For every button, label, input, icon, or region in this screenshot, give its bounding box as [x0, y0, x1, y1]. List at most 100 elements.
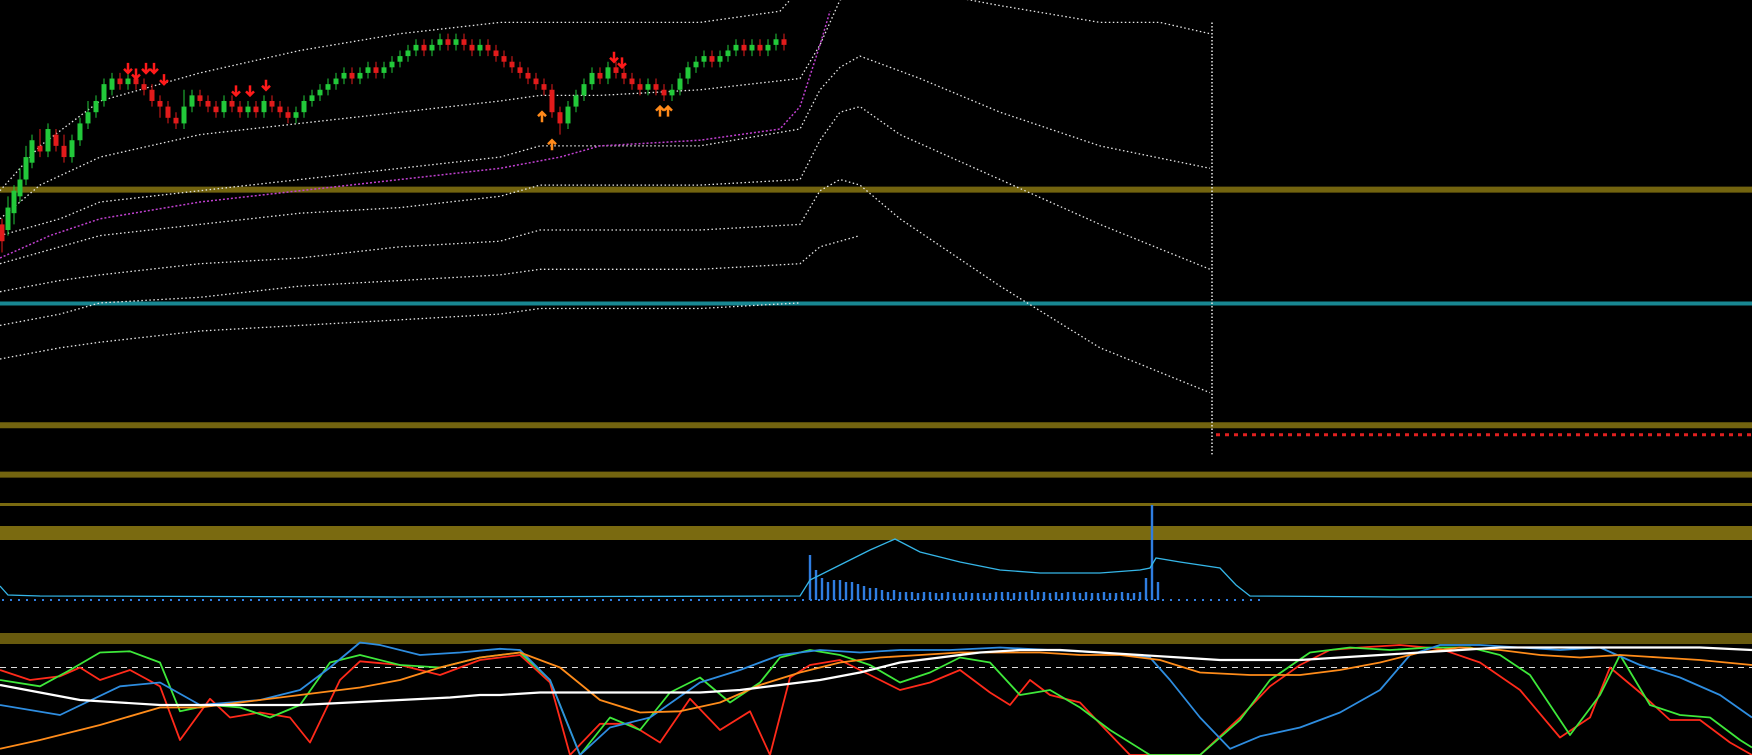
trading-chart[interactable]	[0, 0, 1752, 755]
volume-bar	[934, 593, 938, 600]
volume-bar	[916, 593, 920, 600]
osc-top-gold-band	[0, 633, 1752, 644]
volume-bar	[1060, 593, 1064, 600]
volume-baseline-dot	[674, 599, 676, 601]
volume-bar	[1030, 590, 1034, 600]
candle-body	[253, 106, 259, 113]
volume-baseline-dot	[410, 599, 412, 601]
volume-baseline-dot	[482, 599, 484, 601]
volume-baseline-dot	[146, 599, 148, 601]
candle-body	[637, 84, 643, 90]
candle-body	[23, 157, 29, 180]
volume-baseline-dot	[458, 599, 460, 601]
volume-baseline-dot	[330, 599, 332, 601]
candle-body	[5, 207, 11, 230]
volume-baseline-dot	[466, 599, 468, 601]
volume-baseline-dot	[154, 599, 156, 601]
candle-body	[341, 72, 347, 79]
volume-baseline-dot	[610, 599, 612, 601]
volume-baseline-dot	[434, 599, 436, 601]
candle-body	[197, 95, 203, 101]
volume-bar	[1084, 592, 1088, 600]
candle-body	[437, 39, 443, 45]
volume-baseline-dot	[362, 599, 364, 601]
volume-baseline-dot	[762, 599, 764, 601]
volume-baseline-dot	[418, 599, 420, 601]
volume-baseline-dot	[74, 599, 76, 601]
volume-baseline-dot	[1082, 599, 1084, 601]
volume-baseline-dot	[10, 599, 12, 601]
volume-baseline-dot	[386, 599, 388, 601]
candle-body	[493, 50, 499, 57]
candle-body	[725, 50, 731, 57]
volume-baseline-dot	[234, 599, 236, 601]
volume-bar	[820, 578, 824, 600]
volume-baseline-dot	[354, 599, 356, 601]
volume-baseline-dot	[1058, 599, 1060, 601]
volume-bar	[832, 580, 836, 600]
candle-body	[661, 89, 667, 96]
volume-baseline-dot	[210, 599, 212, 601]
volume-bar	[1126, 593, 1130, 600]
volume-bar	[844, 582, 848, 600]
volume-baseline-dot	[682, 599, 684, 601]
volume-baseline-dot	[218, 599, 220, 601]
candle-body	[389, 61, 395, 68]
candle-body	[325, 84, 331, 90]
candle-body	[717, 56, 723, 62]
candle-body	[541, 84, 547, 90]
volume-baseline-dot	[842, 599, 844, 601]
volume-bar	[1012, 593, 1016, 600]
volume-bar	[1078, 593, 1082, 600]
volume-bar	[886, 592, 890, 600]
volume-baseline-dot	[586, 599, 588, 601]
volume-baseline-dot	[570, 599, 572, 601]
volume-baseline-dot	[474, 599, 476, 601]
candle-body	[261, 100, 267, 113]
volume-baseline-dot	[746, 599, 748, 601]
candle-body	[149, 89, 155, 101]
volume-baseline-dot	[818, 599, 820, 601]
volume-bar	[1144, 578, 1148, 600]
volume-baseline-dot	[178, 599, 180, 601]
volume-baseline-dot	[690, 599, 692, 601]
candle-body	[405, 50, 411, 57]
candle-body	[333, 78, 339, 85]
volume-baseline-dot	[1250, 599, 1252, 601]
volume-baseline-dot	[282, 599, 284, 601]
volume-baseline-dot	[730, 599, 732, 601]
volume-baseline-dot	[554, 599, 556, 601]
volume-baseline-dot	[546, 599, 548, 601]
volume-bar	[1042, 592, 1046, 600]
volume-baseline-dot	[1194, 599, 1196, 601]
candle-body	[381, 67, 387, 73]
candle-body	[125, 78, 131, 85]
candle-body	[517, 67, 523, 73]
candle-body	[285, 112, 291, 118]
volume-baseline-dot	[290, 599, 292, 601]
volume-bar	[964, 592, 968, 600]
volume-baseline-dot	[426, 599, 428, 601]
volume-baseline-dot	[514, 599, 516, 601]
volume-bar	[982, 593, 986, 600]
candle-body	[69, 140, 75, 158]
volume-baseline-dot	[402, 599, 404, 601]
volume-bar	[1150, 505, 1154, 600]
candle-body	[645, 84, 651, 90]
volume-bar	[1018, 592, 1022, 600]
volume-bar	[874, 588, 878, 600]
volume-bar	[994, 592, 998, 600]
volume-bar	[1048, 593, 1052, 600]
volume-baseline-dot	[778, 599, 780, 601]
volume-baseline-dot	[618, 599, 620, 601]
candle-body	[701, 56, 707, 62]
volume-baseline-dot	[578, 599, 580, 601]
volume-bar	[850, 582, 854, 600]
candle-body	[141, 84, 147, 90]
volume-baseline-dot	[130, 599, 132, 601]
volume-baseline-dot	[242, 599, 244, 601]
volume-baseline-dot	[122, 599, 124, 601]
volume-baseline-dot	[202, 599, 204, 601]
volume-bar	[1138, 592, 1142, 600]
volume-baseline-dot	[18, 599, 20, 601]
